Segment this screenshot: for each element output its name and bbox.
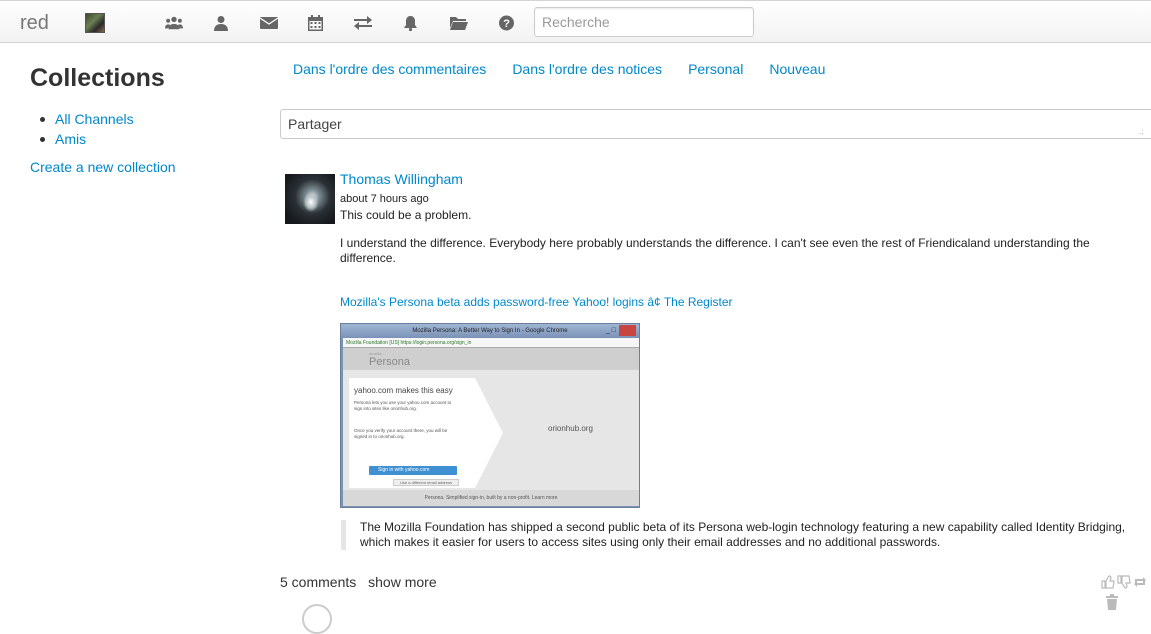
- thumb-address-bar: Mozilla Foundation [US] https://login.pe…: [343, 338, 639, 348]
- post-timestamp: about 7 hours ago: [340, 193, 429, 205]
- collection-item: All Channels: [40, 109, 250, 129]
- profile-icon[interactable]: [214, 14, 228, 32]
- thumb-minimize-icon: _ □: [605, 327, 617, 334]
- thumb-arrow-shape: [475, 378, 503, 488]
- thumb-header: mozilla Persona: [343, 348, 639, 370]
- thumb-heading: yahoo.com makes this easy: [354, 386, 453, 395]
- tab-new[interactable]: Nouveau: [756, 59, 838, 79]
- collections-sidebar: Collections All Channels Amis Create a n…: [30, 64, 250, 175]
- share-input[interactable]: Partager .:: [280, 109, 1151, 139]
- article-quote: The Mozilla Foundation has shipped a sec…: [341, 520, 1141, 550]
- resize-grip-icon[interactable]: .:: [1139, 128, 1145, 136]
- collection-link-amis[interactable]: Amis: [55, 131, 86, 147]
- sort-tabs: Dans l'ordre des commentaires Dans l'ord…: [280, 59, 838, 79]
- sidebar-title: Collections: [30, 64, 165, 92]
- search-input[interactable]: [534, 7, 754, 37]
- show-more-link[interactable]: show more: [368, 574, 436, 590]
- post-paragraph: I understand the difference. Everybody h…: [340, 236, 1090, 265]
- collection-link-all-channels[interactable]: All Channels: [55, 111, 134, 127]
- thumb-page: mozilla Persona yahoo.com makes this eas…: [343, 348, 639, 506]
- thumb-site-name: orionhub.org: [548, 424, 593, 433]
- svg-text:?: ?: [503, 18, 510, 30]
- thumb-logo-text: Persona: [369, 356, 410, 368]
- like-icon[interactable]: [1101, 575, 1115, 589]
- comments-count: 5 comments: [280, 574, 357, 590]
- tab-personal[interactable]: Personal: [675, 59, 756, 79]
- repost-icon[interactable]: [1133, 575, 1147, 589]
- dislike-icon[interactable]: [1117, 575, 1131, 589]
- thumb-signin-button: Sign in with yahoo.com: [369, 466, 457, 475]
- post-author-avatar[interactable]: [285, 174, 335, 224]
- article-thumbnail[interactable]: Mozilla Persona: A Better Way to Sign In…: [340, 323, 640, 508]
- collections-list: All Channels Amis: [30, 109, 250, 149]
- exchange-icon[interactable]: [354, 14, 372, 32]
- folder-icon[interactable]: [450, 14, 468, 32]
- post-reactions: [1101, 575, 1147, 589]
- thumb-logo: mozilla Persona: [369, 352, 410, 369]
- top-navbar: red ?: [0, 0, 1151, 43]
- post-author-name[interactable]: Thomas Willingham: [340, 171, 463, 187]
- thumb-text: Persona lets you use your yahoo.com acco…: [354, 400, 452, 411]
- user-avatar[interactable]: [85, 13, 105, 33]
- share-placeholder: Partager: [288, 116, 342, 132]
- thumb-signin-panel: yahoo.com makes this easy Persona lets y…: [349, 378, 475, 488]
- calendar-icon[interactable]: [308, 14, 323, 32]
- thumb-close-icon: [619, 325, 636, 336]
- tab-post-order[interactable]: Dans l'ordre des notices: [499, 59, 675, 79]
- create-collection-link[interactable]: Create a new collection: [30, 159, 250, 175]
- connections-icon[interactable]: [165, 14, 183, 32]
- collection-item: Amis: [40, 129, 250, 149]
- post-body: This could be a problem. I understand th…: [340, 208, 1140, 279]
- notifications-icon[interactable]: [403, 14, 418, 32]
- mail-icon[interactable]: [260, 14, 278, 32]
- thumb-window-title: Mozilla Persona: A Better Way to Sign In…: [341, 324, 639, 338]
- tab-comment-order[interactable]: Dans l'ordre des commentaires: [280, 59, 499, 79]
- thumb-footer: Persona. Simplified sign-in, built by a …: [343, 490, 639, 506]
- thumb-alt-button: Use a different email address: [393, 479, 459, 486]
- brand-logo[interactable]: red: [20, 12, 49, 35]
- shared-article-link[interactable]: Mozilla's Persona beta adds password-fre…: [340, 295, 733, 309]
- help-icon[interactable]: ?: [499, 14, 514, 32]
- comments-summary: 5 comments show more: [280, 574, 437, 590]
- post-paragraph: This could be a problem.: [340, 208, 472, 222]
- trash-icon[interactable]: [1104, 594, 1120, 610]
- thumb-text: Once you verify your account there, you …: [354, 428, 448, 439]
